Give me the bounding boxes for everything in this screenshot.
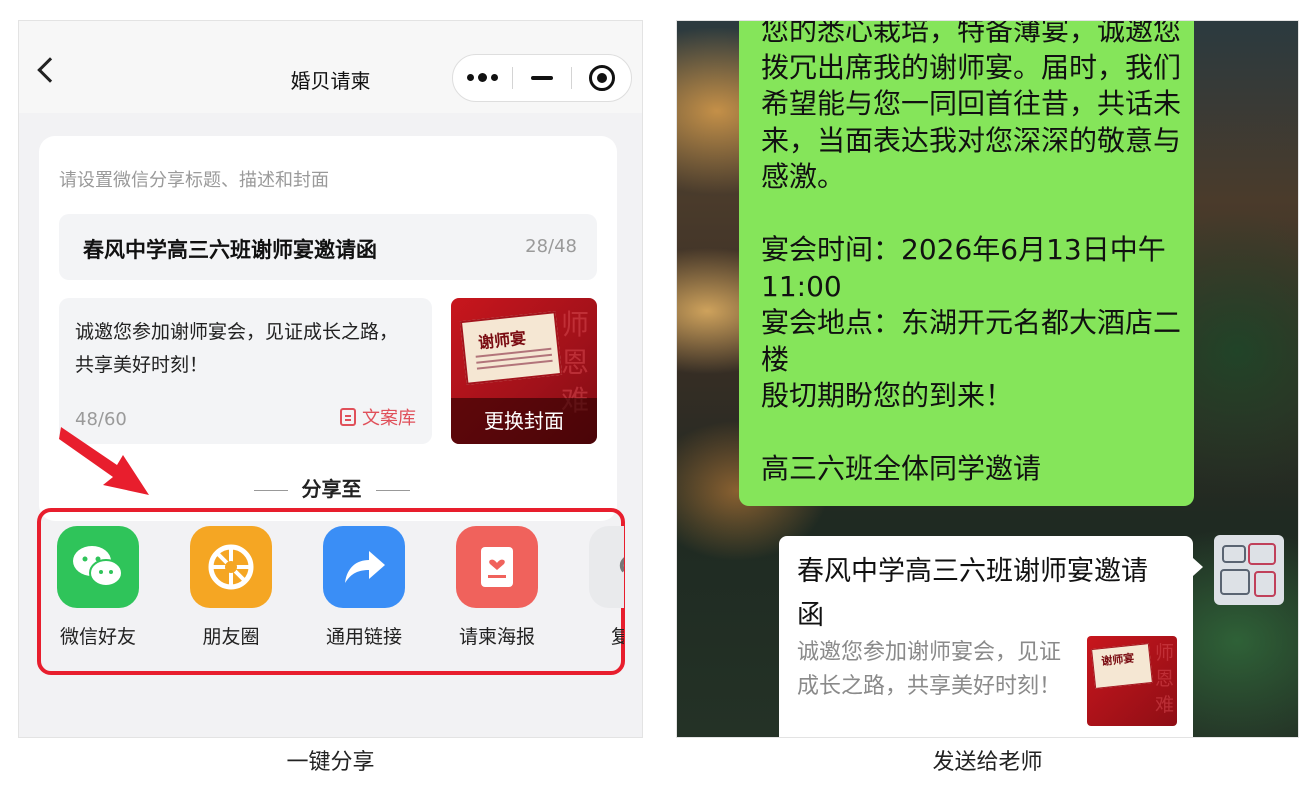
change-cover-button[interactable]: 更换封面 xyxy=(451,398,597,444)
cover-heading: 谢师宴 xyxy=(477,328,528,353)
share-option-label: 微信好友 xyxy=(59,626,136,648)
cover-card-illustration: 谢师宴 xyxy=(459,311,563,385)
more-menu-button[interactable] xyxy=(453,55,512,101)
link-card-description: 诚邀您参加谢师宴会，见证成长之路，共享美好时刻！ xyxy=(797,640,1062,699)
poster-icon xyxy=(456,526,538,608)
right-caption: 发送给老师 xyxy=(932,750,1043,775)
share-title-text: 春风中学高三六班谢师宴邀请函 xyxy=(83,238,377,262)
link-card-thumbnail: 谢师宴 师恩难 xyxy=(1087,636,1177,726)
share-option-label: 朋友圈 xyxy=(202,626,260,648)
share-copy[interactable]: 复制 xyxy=(580,526,624,649)
more-dots-icon xyxy=(466,73,498,82)
copy-library-button[interactable]: 文案库 xyxy=(340,404,416,430)
wechat-icon xyxy=(57,526,139,608)
left-caption: 一键分享 xyxy=(286,750,375,775)
chat-preview-panel: 您的悉心栽培，特备薄宴，诚邀您拨冗出席我的谢师宴。届时，我们希望能与您一同回首往… xyxy=(676,20,1299,738)
title-char-count: 28/48 xyxy=(525,236,577,257)
share-invitation-poster[interactable]: 请柬海报 xyxy=(447,526,547,649)
thumbnail-card-illustration: 谢师宴 xyxy=(1091,643,1153,689)
copy-icon xyxy=(589,526,624,608)
share-to-heading: 分享至 xyxy=(19,473,642,502)
share-moments[interactable]: 朋友圈 xyxy=(181,526,281,649)
nav-bar: 婚贝请柬 xyxy=(19,21,642,113)
share-options-row: 微信好友 朋友圈 通用链接 请柬海报 复制 xyxy=(57,526,624,666)
sender-avatar[interactable] xyxy=(1214,535,1284,605)
minimize-icon xyxy=(531,76,553,80)
close-circle-icon xyxy=(588,65,615,91)
share-description-text: 诚邀您参加谢师宴会，见证成长之路，共享美好时刻！ xyxy=(75,321,399,376)
cover-image[interactable]: 谢师宴 师恩难 更换封面 xyxy=(451,298,597,444)
copy-library-icon xyxy=(340,408,356,426)
minimize-button[interactable] xyxy=(513,55,572,101)
link-card-title: 春风中学高三六班谢师宴邀请函 xyxy=(797,556,1148,631)
settings-hint: 请设置微信分享标题、描述和封面 xyxy=(59,170,329,191)
share-arrow-icon xyxy=(323,526,405,608)
chat-message-bubble: 您的悉心栽培，特备薄宴，诚邀您拨冗出席我的谢师宴。届时，我们希望能与您一同回首往… xyxy=(739,20,1194,506)
mini-program-capsule xyxy=(452,54,632,102)
moments-icon xyxy=(190,526,272,608)
thumbnail-heading: 谢师宴 xyxy=(1100,651,1135,669)
copy-library-label: 文案库 xyxy=(362,408,416,429)
share-option-label: 请柬海报 xyxy=(458,626,535,648)
close-mini-program-button[interactable] xyxy=(572,55,631,101)
share-option-label: 复制 xyxy=(580,622,624,649)
share-wechat-friend[interactable]: 微信好友 xyxy=(57,526,148,649)
share-option-label: 通用链接 xyxy=(325,626,402,648)
thumbnail-side-text: 师恩难 xyxy=(1155,642,1175,716)
shared-link-card[interactable]: 春风中学高三六班谢师宴邀请函 诚邀您参加谢师宴会，见证成长之路，共享美好时刻！ … xyxy=(779,536,1203,737)
share-generic-link[interactable]: 通用链接 xyxy=(314,526,414,649)
share-to-label: 分享至 xyxy=(301,477,362,501)
invitation-message-text: 您的悉心栽培，特备薄宴，诚邀您拨冗出席我的谢师宴。届时，我们希望能与您一同回首往… xyxy=(761,20,1182,485)
share-settings-panel: 婚贝请柬 请设置微信分享标题、描述和封面 春风中学高三六班谢师宴邀请函 28/4… xyxy=(18,20,643,738)
share-title-input[interactable]: 春风中学高三六班谢师宴邀请函 28/48 xyxy=(59,214,597,280)
